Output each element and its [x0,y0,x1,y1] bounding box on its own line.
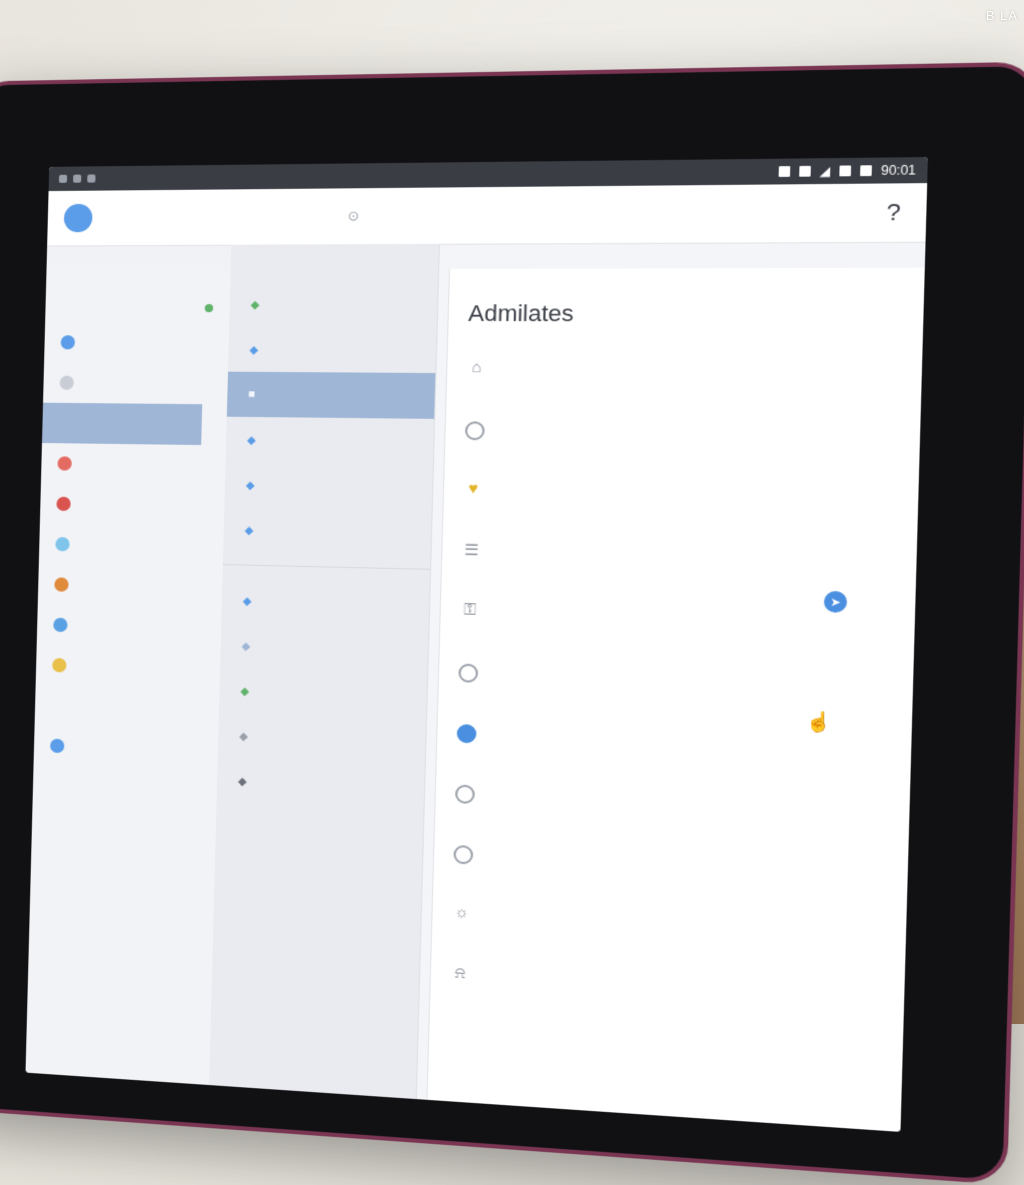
sidebar-item-5[interactable] [40,483,225,527]
middle-item[interactable]: ◆ [219,667,427,719]
sidebar-item-9[interactable] [36,644,221,690]
cast-icon [839,165,851,176]
app-icon [55,537,70,551]
middle-item[interactable]: ◆ [223,507,431,557]
app-icon [52,658,67,673]
app-icon [57,456,72,470]
bullet-icon: ◆ [249,343,258,356]
app-icon [56,497,71,511]
settings-list: ⌂ ♥ ☰ ⚿ ☼ ⍾ [430,352,924,1045]
sidebar-item-6[interactable] [39,524,224,569]
bullet-icon: ◆ [241,639,250,653]
notification-icon [87,174,95,182]
sidebar-item-7[interactable] [38,564,223,609]
sidebar-items [36,322,230,691]
setting-row[interactable]: ♥ [443,473,920,543]
bullet-icon: ◆ [247,433,256,446]
radio-icon [455,784,475,804]
shield-icon: ♥ [463,480,483,498]
middle-item[interactable]: ◆ [217,757,425,811]
help-icon[interactable]: ? [886,198,901,226]
setting-row[interactable] [445,413,922,481]
list-icon: ☰ [462,540,482,559]
setting-row[interactable]: ⌂ [446,352,923,417]
info-icon[interactable]: ⊙ [347,208,359,225]
middle-item[interactable]: ◆ [218,712,426,765]
vibrate-icon [799,166,811,177]
page-description [448,336,788,354]
app-logo-icon[interactable] [64,204,93,232]
radio-icon [453,845,473,865]
app-icon [58,416,73,430]
sim-icon [778,166,790,177]
divider [223,564,430,570]
app-icon [53,618,68,633]
notification-icon [59,175,67,183]
status-indicators: ◢ 90:01 [778,163,916,179]
middle-item[interactable]: ◆ [224,462,432,511]
bullet-icon: ◆ [250,297,259,310]
bulb-icon: ☼ [452,903,472,922]
sidebar-section-header [45,269,231,322]
middle-item[interactable]: ◆ [226,417,434,465]
hand-cursor-icon: ☝ [806,711,832,734]
middle-item[interactable]: ◆ [228,327,437,373]
status-notifications [59,174,96,182]
radio-selected-icon [457,724,477,744]
signal-icon: ◢ [819,164,830,179]
page-title: Admilates [448,268,926,337]
bullet-icon: ◆ [243,594,252,608]
status-dot-icon [205,304,214,312]
bullet-icon: ◆ [239,729,248,743]
notification-icon [73,175,81,183]
sidebar-item-3[interactable] [42,403,202,445]
sidebar-left [26,269,232,1087]
bullet-icon: ◆ [244,523,253,537]
app-icon [60,376,75,390]
home-icon: ⌂ [467,359,487,377]
middle-item[interactable]: ◆ [229,281,438,327]
app-icon [61,335,76,349]
bell-icon: ⍾ [450,964,470,983]
bullet-icon: ◆ [240,684,249,698]
app-icon [54,577,69,591]
lock-icon: ⚿ [460,601,480,619]
bullet-icon: ◆ [246,478,255,491]
sidebar-middle: ◆ ◆ ■ ◆ ◆ ◆ ◆ ◆ ◆ ◆ ◆ [209,244,440,1108]
sidebar-item-4[interactable] [41,443,226,486]
app-icon [50,739,64,754]
middle-item[interactable]: ◆ [220,622,428,674]
tablet-screen: ◢ 90:01 ⊙ ? [26,157,928,1132]
tablet-device: ◢ 90:01 ⊙ ? [0,62,1024,1185]
sidebar-item-2[interactable] [43,362,228,404]
middle-item[interactable]: ◆ [221,577,429,628]
person-icon: ■ [248,388,255,400]
main-panel: Admilates ⌂♥☰⚿☼⍾ ➤ ☝ [426,268,926,1132]
app-bar: ⊙ ? [47,183,927,246]
watermark: B LA [986,8,1018,23]
battery-icon [860,165,872,176]
middle-section-title [230,244,438,282]
status-time: 90:01 [881,163,916,179]
radio-icon [458,663,478,682]
middle-item-selected[interactable]: ■ [227,372,436,419]
sidebar-item-1[interactable] [44,322,229,363]
sidebar-item-8[interactable] [37,604,222,650]
bullet-icon: ◆ [238,774,247,788]
radio-icon [465,421,485,440]
sidebar-section-header [35,685,220,732]
sidebar-item[interactable] [34,725,219,773]
